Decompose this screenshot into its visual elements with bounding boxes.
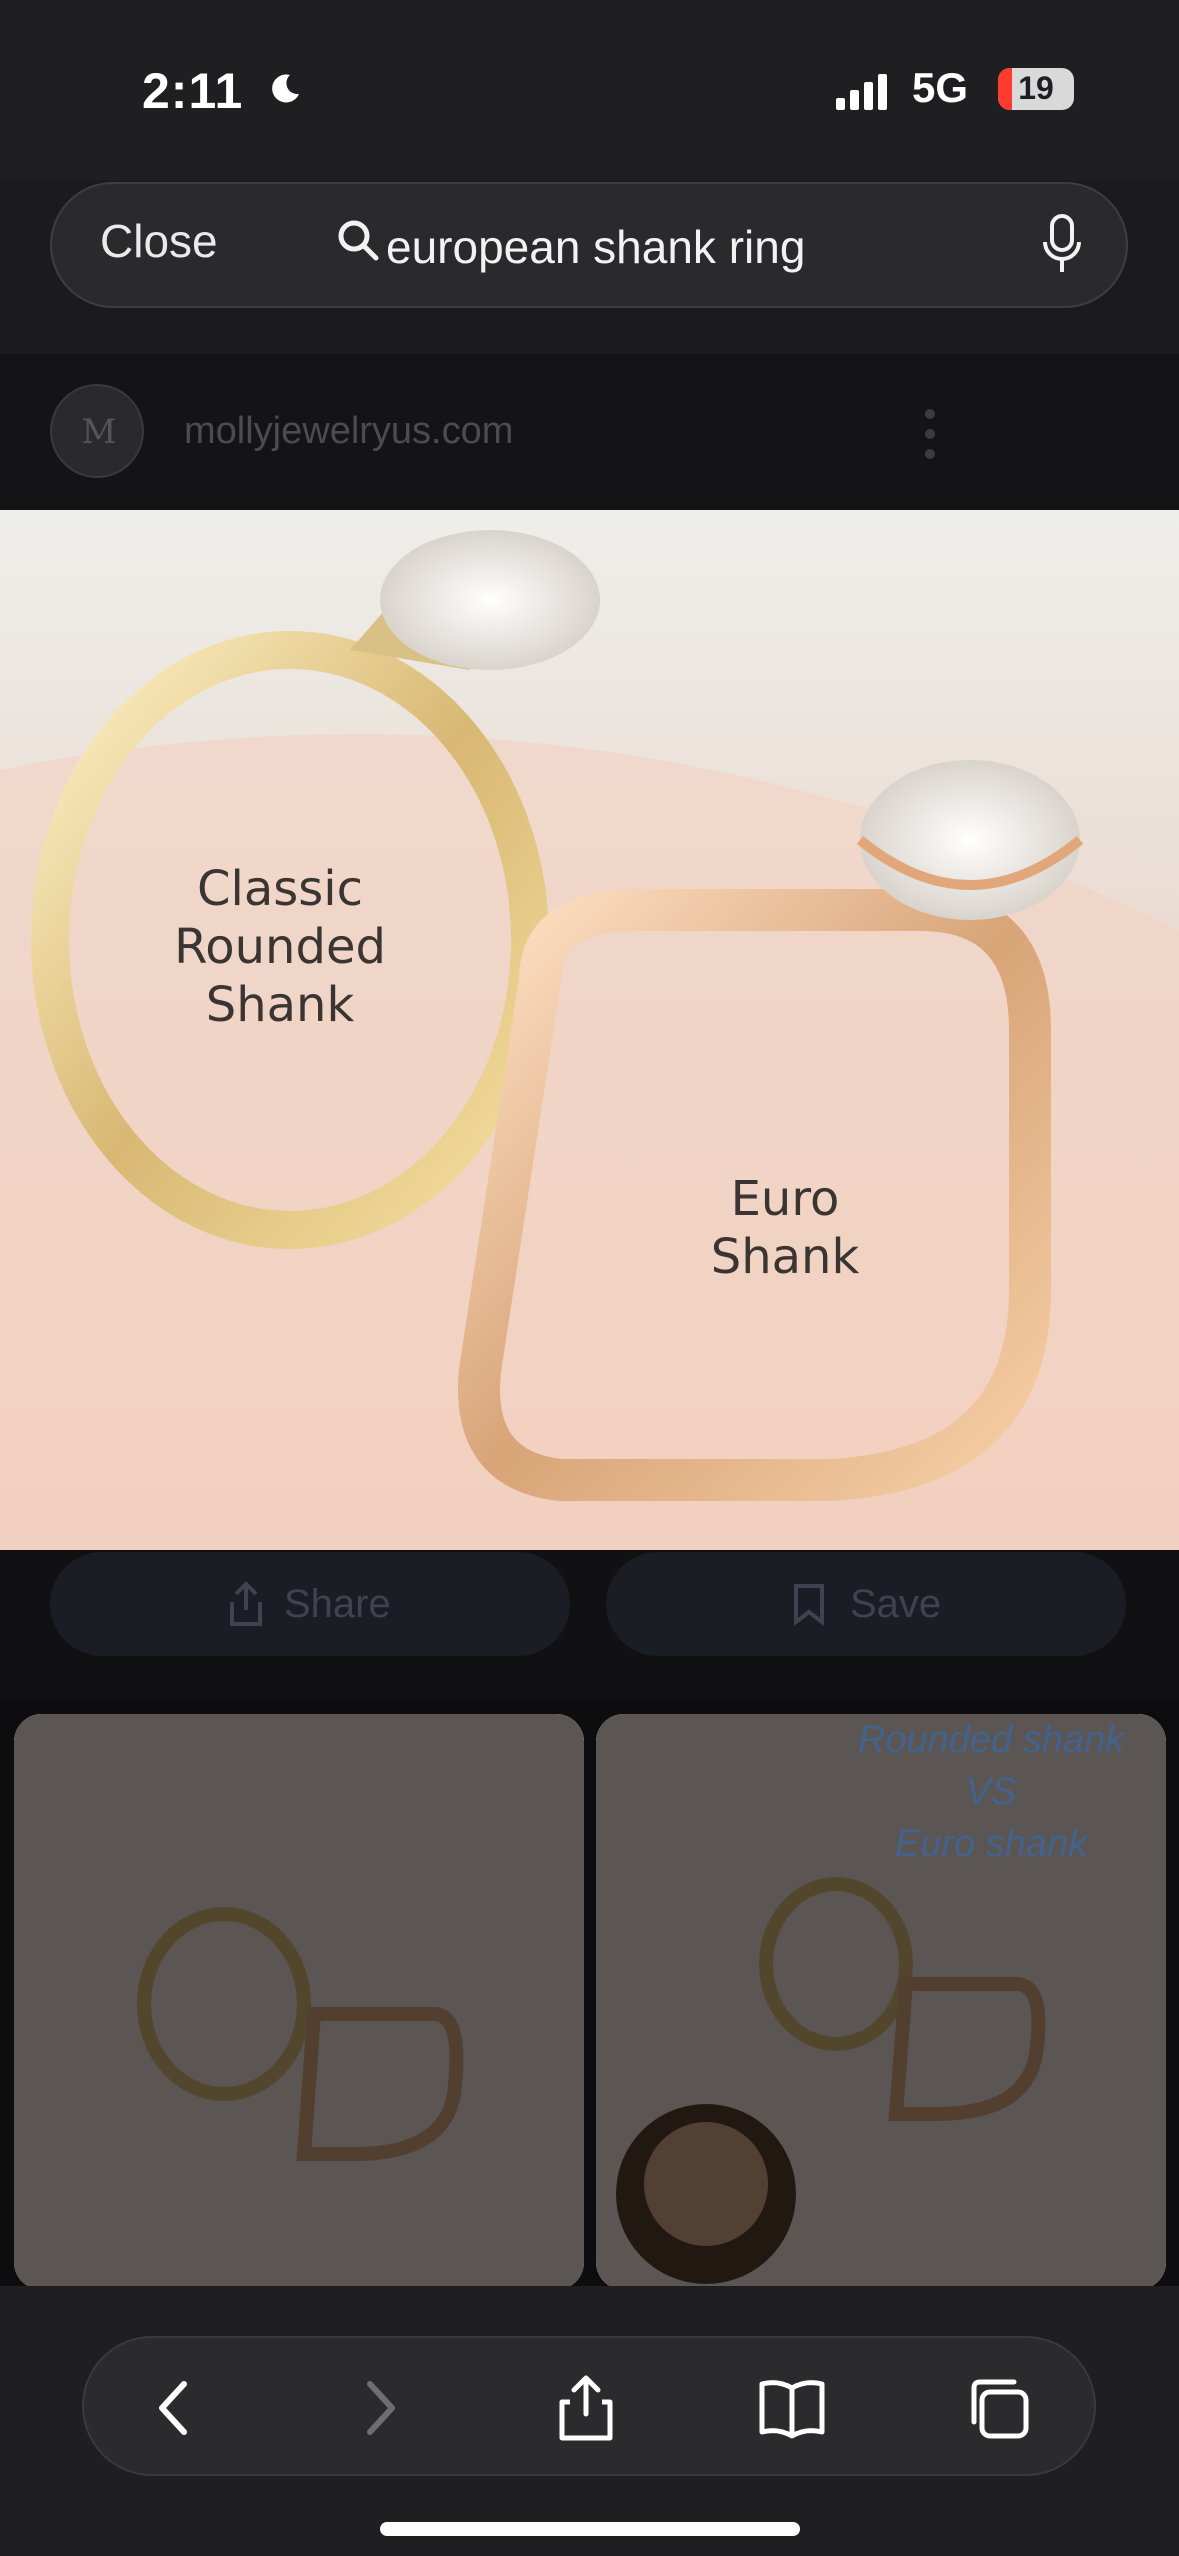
cellular-signal-icon: [836, 74, 887, 110]
image-actions: Share Save: [0, 1550, 1179, 1700]
result-thumbnail[interactable]: Rounded shank VS Euro shank: [596, 1714, 1166, 2290]
status-bar: 2:11 5G 19: [0, 0, 1179, 180]
battery-level: 19: [1018, 70, 1054, 106]
close-button[interactable]: Close: [100, 214, 218, 268]
browser-toolbar: [0, 2286, 1179, 2556]
related-results: Rounded shank VS Euro shank: [0, 1700, 1179, 2290]
network-type: 5G: [912, 64, 969, 111]
search-query[interactable]: european shank ring: [386, 220, 805, 274]
status-time: 2:11: [142, 63, 244, 119]
result-thumbnail[interactable]: [14, 1714, 584, 2290]
home-indicator: [380, 2522, 800, 2536]
share-label: Share: [284, 1582, 391, 1626]
forward-icon[interactable]: [342, 2372, 414, 2444]
more-options-icon[interactable]: [920, 406, 940, 462]
save-button[interactable]: Save: [606, 1552, 1126, 1656]
save-label: Save: [850, 1582, 942, 1626]
site-logo[interactable]: M: [50, 384, 144, 478]
tabs-icon[interactable]: [962, 2372, 1034, 2444]
microphone-icon[interactable]: [1042, 214, 1082, 276]
label-euro-shank: Euro Shank: [710, 1171, 860, 1285]
thumbnail-caption: Rounded shank VS Euro shank: [857, 1719, 1125, 1865]
label-classic-shank: Classic Rounded Shank: [174, 861, 386, 1033]
result-image[interactable]: Classic Rounded Shank Euro Shank: [0, 510, 1179, 1550]
share-button[interactable]: Share: [50, 1552, 570, 1656]
bookmark-icon: [794, 1584, 824, 1626]
search-icon: [338, 220, 379, 261]
share-icon: [230, 1581, 262, 1626]
source-header: M mollyjewelryus.com: [0, 354, 1179, 510]
site-name[interactable]: mollyjewelryus.com: [184, 410, 513, 453]
battery-icon: 19: [998, 68, 1074, 110]
toolbar-pill: [82, 2336, 1096, 2476]
bookmarks-icon[interactable]: [756, 2372, 828, 2444]
focus-moon-icon: [272, 74, 299, 103]
search-bar[interactable]: Close european shank ring: [50, 182, 1128, 308]
back-icon[interactable]: [140, 2372, 212, 2444]
share-icon[interactable]: [550, 2372, 622, 2444]
